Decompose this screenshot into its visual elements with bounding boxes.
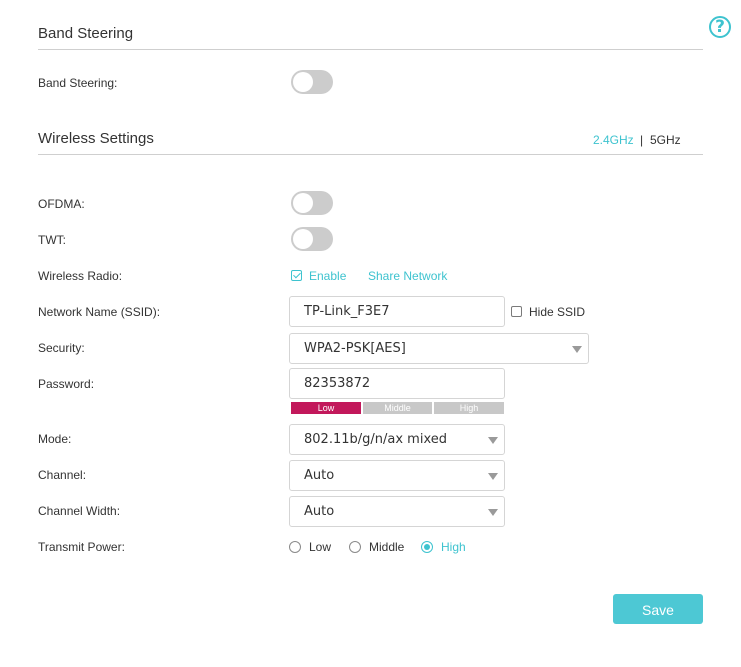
transmit-power-label: Transmit Power: <box>38 540 125 554</box>
toggle-knob <box>293 229 313 249</box>
wireless-settings-divider <box>38 154 703 155</box>
security-select-value: WPA2-PSK[AES] <box>304 341 406 356</box>
chevron-down-icon <box>488 509 498 516</box>
wireless-radio-label: Wireless Radio: <box>38 269 123 283</box>
twt-toggle[interactable] <box>291 227 333 251</box>
hide-ssid-checkbox[interactable] <box>511 306 522 317</box>
ssid-label: Network Name (SSID): <box>38 305 161 319</box>
band-steering-title: Band Steering <box>38 25 134 42</box>
share-network-link[interactable]: Share Network <box>368 269 447 283</box>
password-input[interactable]: 82353872 <box>289 368 505 399</box>
band-steering-label: Band Steering: <box>38 76 118 90</box>
twt-label: TWT: <box>38 233 66 247</box>
mode-select[interactable]: 802.11b/g/n/ax mixed <box>289 424 505 455</box>
toggle-knob <box>293 193 313 213</box>
channel-select-value: Auto <box>304 468 335 483</box>
security-select[interactable]: WPA2-PSK[AES] <box>289 333 589 364</box>
chevron-down-icon <box>488 473 498 480</box>
transmit-power-low-label[interactable]: Low <box>309 540 331 554</box>
wireless-settings-title: Wireless Settings <box>38 130 154 147</box>
channel-label: Channel: <box>38 468 87 482</box>
channel-width-select-value: Auto <box>304 504 335 519</box>
strength-middle: Middle <box>363 402 432 414</box>
transmit-power-high-radio[interactable] <box>421 541 433 553</box>
wireless-radio-enable-checkbox[interactable] <box>291 270 302 281</box>
mode-select-value: 802.11b/g/n/ax mixed <box>304 432 447 447</box>
band-steering-toggle[interactable] <box>291 70 333 94</box>
save-button[interactable]: Save <box>613 594 703 624</box>
strength-low: Low <box>291 402 361 414</box>
security-label: Security: <box>38 341 85 355</box>
wireless-radio-enable-label[interactable]: Enable <box>309 269 346 283</box>
help-icon[interactable]: ? <box>709 16 731 38</box>
band-tab-separator: | <box>640 133 644 147</box>
transmit-power-low-radio[interactable] <box>289 541 301 553</box>
strength-high: High <box>434 402 504 414</box>
tab-5ghz[interactable]: 5GHz <box>650 133 681 147</box>
channel-select[interactable]: Auto <box>289 460 505 491</box>
chevron-down-icon <box>572 346 582 353</box>
mode-label: Mode: <box>38 432 72 446</box>
ssid-input[interactable]: TP-Link_F3E7 <box>289 296 505 327</box>
channel-width-select[interactable]: Auto <box>289 496 505 527</box>
chevron-down-icon <box>488 437 498 444</box>
hide-ssid-label[interactable]: Hide SSID <box>529 305 585 319</box>
ofdma-toggle[interactable] <box>291 191 333 215</box>
toggle-knob <box>293 72 313 92</box>
transmit-power-middle-label[interactable]: Middle <box>369 540 404 554</box>
tab-2-4ghz[interactable]: 2.4GHz <box>593 133 634 147</box>
transmit-power-middle-radio[interactable] <box>349 541 361 553</box>
ofdma-label: OFDMA: <box>38 197 85 211</box>
password-label: Password: <box>38 377 95 391</box>
transmit-power-high-label[interactable]: High <box>441 540 466 554</box>
channel-width-label: Channel Width: <box>38 504 121 518</box>
band-steering-divider <box>38 49 703 50</box>
